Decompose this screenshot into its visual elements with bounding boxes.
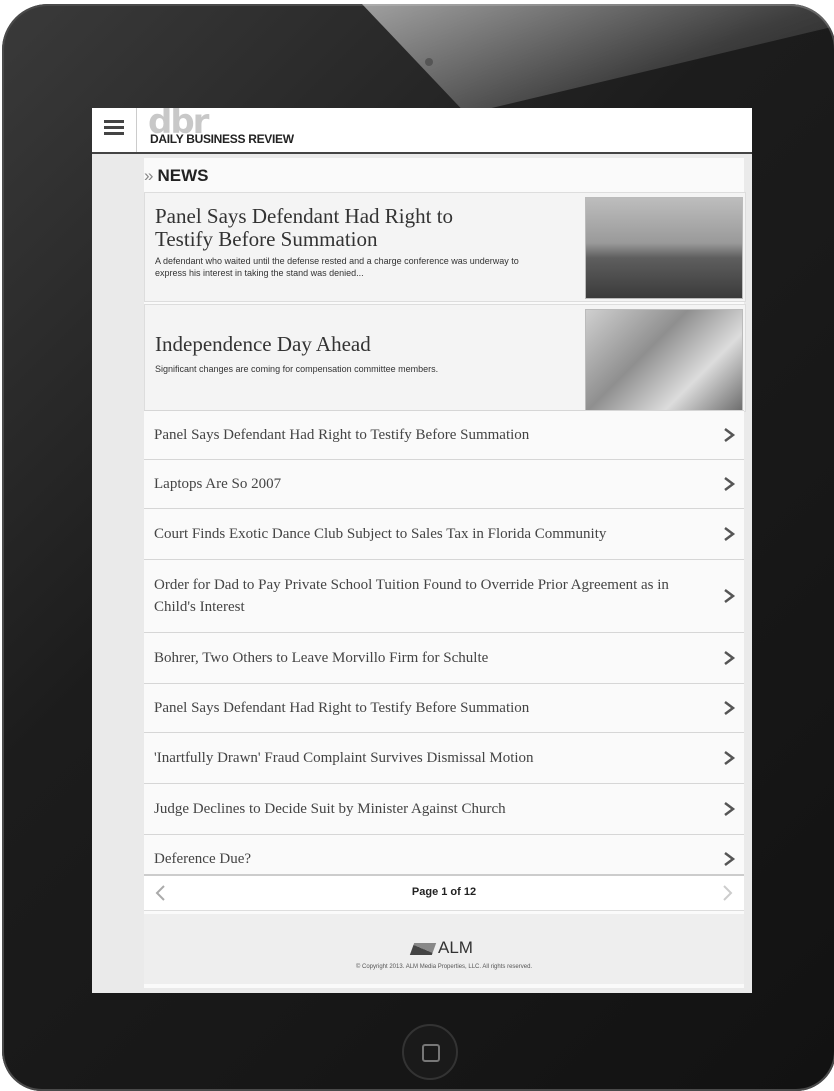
article-list-item[interactable]: Judge Declines to Decide Suit by Ministe… bbox=[144, 783, 744, 834]
frame-glare bbox=[362, 4, 834, 114]
chevron-right-icon bbox=[722, 851, 736, 866]
copyright-text: © Copyright 2013. ALM Media Properties, … bbox=[355, 964, 533, 970]
article-title: Bohrer, Two Others to Leave Morvillo Fir… bbox=[154, 650, 489, 666]
chevron-right-icon bbox=[722, 801, 736, 816]
chevron-right-icon bbox=[722, 588, 736, 603]
alm-logo-icon bbox=[409, 942, 437, 955]
chevron-right-icon[interactable] bbox=[720, 884, 734, 902]
article-list-item[interactable]: Panel Says Defendant Had Right to Testif… bbox=[144, 410, 744, 459]
article-list-item[interactable]: Court Finds Exotic Dance Club Subject to… bbox=[144, 508, 744, 559]
featured-headline: Panel Says Defendant Had Right to Testif… bbox=[155, 204, 454, 251]
article-title: Order for Dad to Pay Private School Tuit… bbox=[154, 577, 669, 615]
chevron-right-icon bbox=[722, 476, 736, 491]
chevron-right-icon bbox=[722, 427, 736, 442]
article-list-item[interactable]: Bohrer, Two Others to Leave Morvillo Fir… bbox=[144, 632, 744, 683]
featured-article[interactable]: Panel Says Defendant Had Right to Testif… bbox=[144, 192, 746, 302]
chevron-right-icon bbox=[722, 750, 736, 765]
section-title: » NEWS bbox=[144, 166, 208, 190]
hamburger-menu-icon[interactable] bbox=[104, 120, 124, 135]
home-button[interactable] bbox=[402, 1024, 458, 1080]
article-title: Deference Due? bbox=[154, 851, 252, 867]
article-title: Court Finds Exotic Dance Club Subject to… bbox=[154, 526, 607, 542]
article-title: Panel Says Defendant Had Right to Testif… bbox=[154, 700, 530, 716]
article-list-item[interactable]: Laptops Are So 2007 bbox=[144, 459, 744, 508]
page-footer: ALM © Copyright 2013. ALM Media Properti… bbox=[144, 914, 744, 984]
page-indicator: Page 1 of 12 bbox=[411, 886, 477, 898]
app-screen: dbr DAILY BUSINESS REVIEW » NEWS Panel Sa… bbox=[92, 108, 752, 993]
front-camera bbox=[425, 58, 433, 66]
featured-summary: A defendant who waited until the defense… bbox=[155, 256, 519, 278]
section-title-text: NEWS bbox=[157, 166, 209, 185]
article-title: 'Inartfully Drawn' Fraud Complaint Survi… bbox=[154, 750, 534, 766]
article-list-item[interactable]: 'Inartfully Drawn' Fraud Complaint Survi… bbox=[144, 732, 744, 783]
logo-text: DAILY BUSINESS REVIEW bbox=[150, 132, 294, 146]
alm-logo: ALM bbox=[409, 938, 473, 958]
featured-article[interactable]: Independence Day Ahead Significant chang… bbox=[144, 304, 746, 412]
alm-logo-text: ALM bbox=[438, 938, 473, 957]
featured-image bbox=[585, 309, 743, 411]
featured-headline: Independence Day Ahead bbox=[155, 332, 371, 356]
article-title: Judge Declines to Decide Suit by Ministe… bbox=[154, 801, 506, 817]
news-content: » NEWS Panel Says Defendant Had Right to … bbox=[144, 158, 746, 988]
featured-summary: Significant changes are coming for compe… bbox=[155, 364, 439, 374]
chevron-right-icon bbox=[722, 700, 736, 715]
app-header: dbr DAILY BUSINESS REVIEW bbox=[92, 108, 752, 154]
pagination: Page 1 of 12 bbox=[144, 874, 744, 911]
section-chevron: » bbox=[144, 166, 154, 185]
header-divider bbox=[136, 108, 137, 152]
article-title: Panel Says Defendant Had Right to Testif… bbox=[154, 427, 530, 443]
chevron-right-icon bbox=[722, 526, 736, 541]
article-list-item[interactable]: Panel Says Defendant Had Right to Testif… bbox=[144, 683, 744, 732]
article-list: Panel Says Defendant Had Right to Testif… bbox=[144, 410, 744, 883]
featured-image bbox=[585, 197, 743, 299]
article-list-item[interactable]: Order for Dad to Pay Private School Tuit… bbox=[144, 559, 744, 632]
article-title: Laptops Are So 2007 bbox=[154, 476, 282, 492]
chevron-right-icon bbox=[722, 650, 736, 665]
